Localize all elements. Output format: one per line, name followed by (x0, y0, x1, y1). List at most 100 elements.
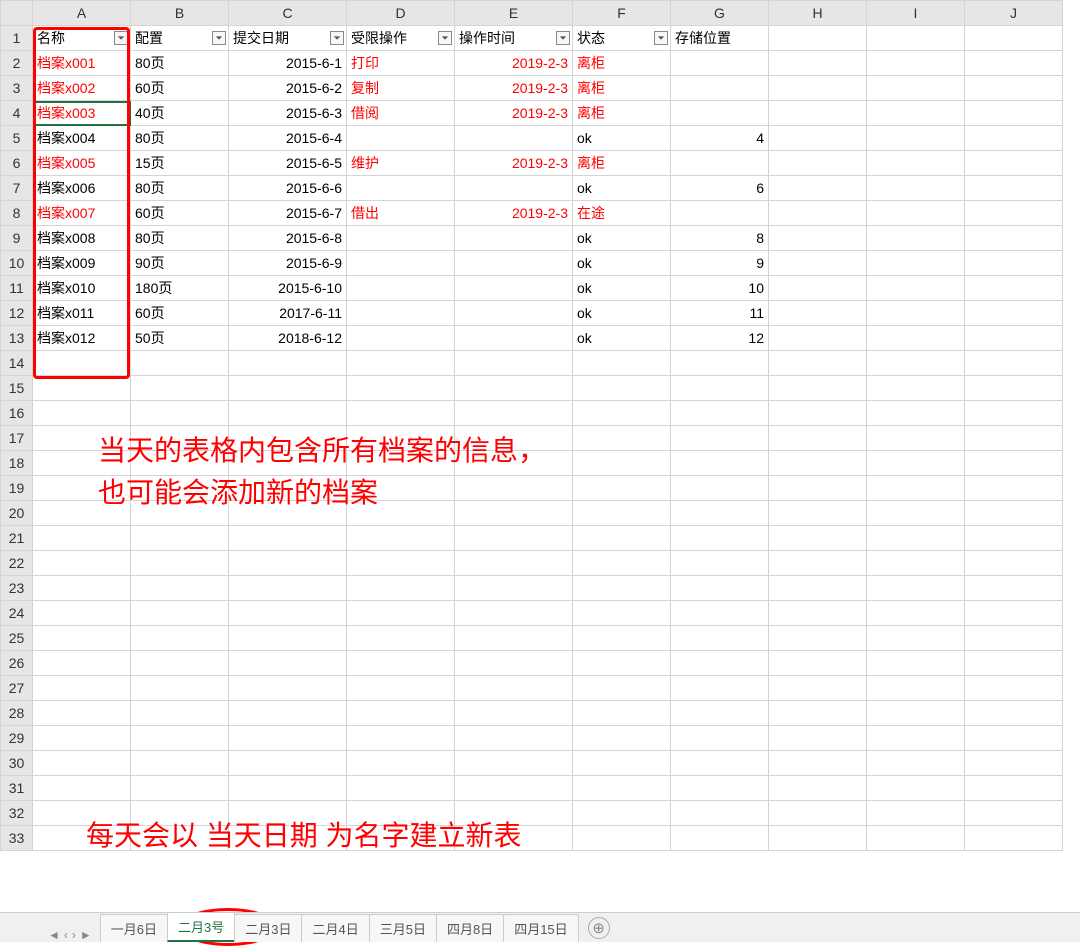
cell-B8[interactable]: 60页 (131, 201, 229, 226)
cell-I13[interactable] (867, 326, 965, 351)
cell-A7[interactable]: 档案x006 (33, 176, 131, 201)
cell-H24[interactable] (769, 601, 867, 626)
cell-H22[interactable] (769, 551, 867, 576)
cell-C18[interactable] (229, 451, 347, 476)
cell-G28[interactable] (671, 701, 769, 726)
cell-G15[interactable] (671, 376, 769, 401)
column-header-A[interactable]: A (33, 1, 131, 26)
cell-J9[interactable] (965, 226, 1063, 251)
cell-D21[interactable] (347, 526, 455, 551)
cell-F26[interactable] (573, 651, 671, 676)
cell-H15[interactable] (769, 376, 867, 401)
row-header-4[interactable]: 4 (1, 101, 33, 126)
cell-C16[interactable] (229, 401, 347, 426)
cell-A22[interactable] (33, 551, 131, 576)
cell-D20[interactable] (347, 501, 455, 526)
cell-A2[interactable]: 档案x001 (33, 51, 131, 76)
cell-D9[interactable] (347, 226, 455, 251)
header-cell-I[interactable] (867, 26, 965, 51)
cell-F27[interactable] (573, 676, 671, 701)
row-header-19[interactable]: 19 (1, 476, 33, 501)
cell-C13[interactable]: 2018-6-12 (229, 326, 347, 351)
cell-G32[interactable] (671, 801, 769, 826)
spreadsheet-grid[interactable]: ABCDEFGHIJ 1名称配置提交日期受限操作操作时间状态存储位置2档案x00… (0, 0, 1063, 851)
cell-F11[interactable]: ok (573, 276, 671, 301)
cell-B20[interactable] (131, 501, 229, 526)
sheet-tab-0[interactable]: 一月6日 (100, 914, 168, 942)
row-header-8[interactable]: 8 (1, 201, 33, 226)
cell-B33[interactable] (131, 826, 229, 851)
cell-E17[interactable] (455, 426, 573, 451)
cell-J10[interactable] (965, 251, 1063, 276)
cell-F14[interactable] (573, 351, 671, 376)
cell-C19[interactable] (229, 476, 347, 501)
cell-A6[interactable]: 档案x005 (33, 151, 131, 176)
cell-G27[interactable] (671, 676, 769, 701)
cell-A11[interactable]: 档案x010 (33, 276, 131, 301)
cell-C31[interactable] (229, 776, 347, 801)
cell-F19[interactable] (573, 476, 671, 501)
cell-I19[interactable] (867, 476, 965, 501)
cell-J16[interactable] (965, 401, 1063, 426)
cell-G13[interactable]: 12 (671, 326, 769, 351)
cell-G30[interactable] (671, 751, 769, 776)
cell-D10[interactable] (347, 251, 455, 276)
column-header-E[interactable]: E (455, 1, 573, 26)
cell-D27[interactable] (347, 676, 455, 701)
cell-G24[interactable] (671, 601, 769, 626)
cell-A3[interactable]: 档案x002 (33, 76, 131, 101)
cell-F10[interactable]: ok (573, 251, 671, 276)
cell-B25[interactable] (131, 626, 229, 651)
cell-B13[interactable]: 50页 (131, 326, 229, 351)
cell-B3[interactable]: 60页 (131, 76, 229, 101)
cell-H11[interactable] (769, 276, 867, 301)
cell-I6[interactable] (867, 151, 965, 176)
cell-I24[interactable] (867, 601, 965, 626)
cell-B15[interactable] (131, 376, 229, 401)
cell-G8[interactable] (671, 201, 769, 226)
cell-E23[interactable] (455, 576, 573, 601)
cell-E26[interactable] (455, 651, 573, 676)
filter-dropdown-icon[interactable] (556, 31, 570, 45)
row-header-15[interactable]: 15 (1, 376, 33, 401)
row-header-12[interactable]: 12 (1, 301, 33, 326)
cell-F12[interactable]: ok (573, 301, 671, 326)
cell-B22[interactable] (131, 551, 229, 576)
header-cell-J[interactable] (965, 26, 1063, 51)
cell-J30[interactable] (965, 751, 1063, 776)
header-cell-B[interactable]: 配置 (131, 26, 229, 51)
cell-J2[interactable] (965, 51, 1063, 76)
row-header-1[interactable]: 1 (1, 26, 33, 51)
cell-J19[interactable] (965, 476, 1063, 501)
cell-B26[interactable] (131, 651, 229, 676)
cell-B29[interactable] (131, 726, 229, 751)
cell-H25[interactable] (769, 626, 867, 651)
cell-I2[interactable] (867, 51, 965, 76)
cell-G21[interactable] (671, 526, 769, 551)
row-header-16[interactable]: 16 (1, 401, 33, 426)
cell-G9[interactable]: 8 (671, 226, 769, 251)
cell-H5[interactable] (769, 126, 867, 151)
cell-J13[interactable] (965, 326, 1063, 351)
cell-A21[interactable] (33, 526, 131, 551)
row-header-3[interactable]: 3 (1, 76, 33, 101)
row-header-22[interactable]: 22 (1, 551, 33, 576)
row-header-10[interactable]: 10 (1, 251, 33, 276)
cell-C33[interactable] (229, 826, 347, 851)
cell-J22[interactable] (965, 551, 1063, 576)
cell-C10[interactable]: 2015-6-9 (229, 251, 347, 276)
cell-I22[interactable] (867, 551, 965, 576)
cell-J31[interactable] (965, 776, 1063, 801)
cell-I16[interactable] (867, 401, 965, 426)
cell-B16[interactable] (131, 401, 229, 426)
cell-B7[interactable]: 80页 (131, 176, 229, 201)
cell-C23[interactable] (229, 576, 347, 601)
column-header-I[interactable]: I (867, 1, 965, 26)
cell-F24[interactable] (573, 601, 671, 626)
cell-I28[interactable] (867, 701, 965, 726)
cell-G12[interactable]: 11 (671, 301, 769, 326)
cell-A23[interactable] (33, 576, 131, 601)
cell-H14[interactable] (769, 351, 867, 376)
cell-G31[interactable] (671, 776, 769, 801)
cell-A8[interactable]: 档案x007 (33, 201, 131, 226)
